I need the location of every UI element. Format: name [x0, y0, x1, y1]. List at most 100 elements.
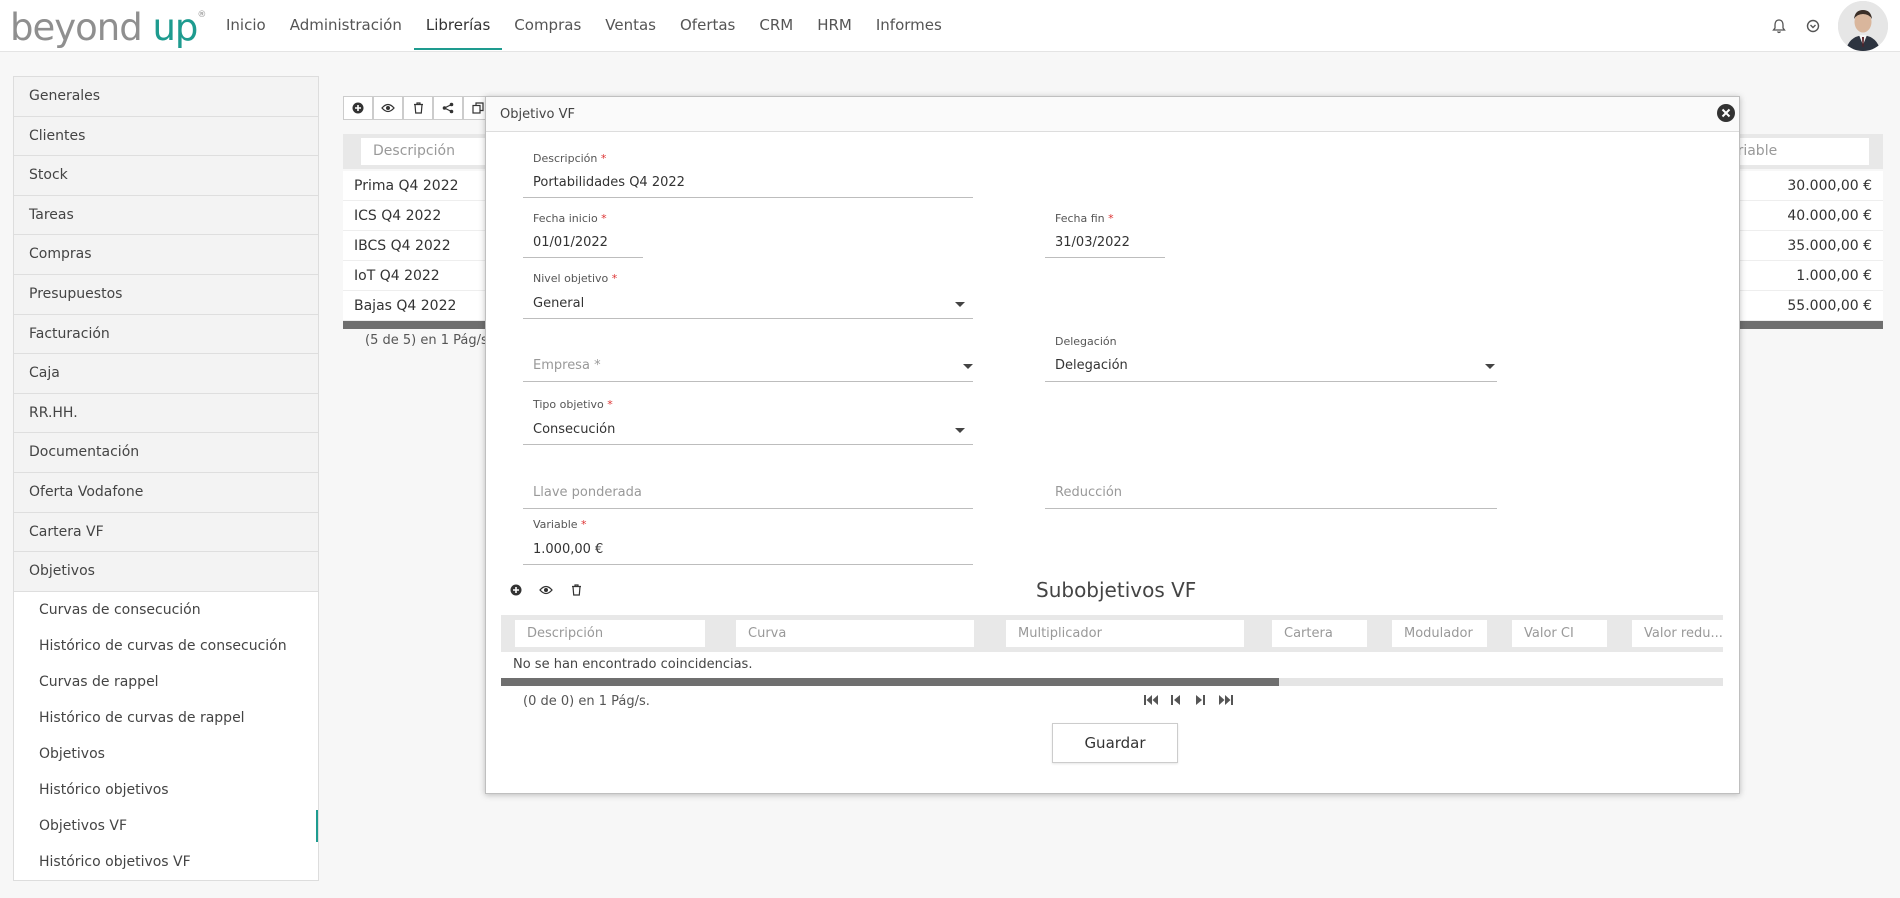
delete-button[interactable] [403, 96, 433, 120]
sidebar-item-objetivos[interactable]: Objetivos [14, 552, 318, 592]
filter-modulador[interactable]: Modulador [1392, 620, 1487, 647]
delegacion-label: Delegación [1055, 335, 1117, 348]
variable-input[interactable]: Variable * 1.000,00 € [523, 518, 973, 565]
chevron-down-icon [1485, 364, 1495, 369]
next-page-icon[interactable] [1188, 690, 1213, 710]
fecha-fin-value: 31/03/2022 [1055, 235, 1130, 250]
delete-subobjetivo-button[interactable] [561, 579, 591, 601]
sidebar-item-compras[interactable]: Compras [14, 235, 318, 275]
brand-logo[interactable]: beyond up® [10, 6, 206, 49]
subobjetivos-toolbar [501, 579, 591, 601]
filter-curva[interactable]: Curva [736, 620, 974, 647]
chevron-down-icon [963, 364, 973, 369]
reduccion-placeholder: Reducción [1055, 485, 1123, 500]
share-button[interactable] [433, 96, 463, 120]
sidebar-subitem-historico-curvas-consecucion[interactable]: Histórico de curvas de consecución [14, 627, 318, 664]
eye-icon [381, 103, 395, 113]
objetivo-vf-dialog: Objetivo VF Descripción * Portabilidades… [485, 96, 1740, 794]
nav-administracion[interactable]: Administración [278, 0, 414, 50]
view-button[interactable] [373, 96, 403, 120]
sidebar-item-documentacion[interactable]: Documentación [14, 433, 318, 473]
subobjetivos-filter-row: Descripción Curva Multiplicador Cartera … [501, 615, 1723, 652]
list-toolbar [343, 96, 493, 120]
last-page-icon[interactable] [1213, 690, 1238, 710]
sidebar-item-tareas[interactable]: Tareas [14, 195, 318, 236]
llave-ponderada-input[interactable]: Llave ponderada [523, 479, 973, 509]
sidebar-item-presupuestos[interactable]: Presupuestos [14, 274, 318, 315]
sidebar-subitem-curvas-rappel[interactable]: Curvas de rappel [14, 663, 318, 700]
first-page-icon[interactable] [1138, 690, 1163, 710]
scrollbar-thumb[interactable] [501, 678, 1279, 686]
sidebar-subitem-curvas-consecucion[interactable]: Curvas de consecución [14, 591, 318, 628]
filter-multiplicador[interactable]: Multiplicador [1006, 620, 1244, 647]
previous-page-icon[interactable] [1163, 690, 1188, 710]
nivel-objetivo-select[interactable]: Nivel objetivo * General [523, 272, 973, 319]
empresa-select[interactable]: Empresa * [523, 352, 973, 382]
sidebar-item-clientes[interactable]: Clientes [14, 116, 318, 157]
sidebar-subitem-historico-curvas-rappel[interactable]: Histórico de curvas de rappel [14, 699, 318, 736]
subobjetivos-scrollbar[interactable] [501, 678, 1723, 686]
add-subobjetivo-button[interactable] [501, 579, 531, 601]
sidebar-item-stock[interactable]: Stock [14, 156, 318, 196]
fecha-inicio-value: 01/01/2022 [533, 235, 608, 250]
avatar[interactable] [1838, 1, 1888, 51]
nav-hrm[interactable]: HRM [805, 0, 864, 50]
nav-crm[interactable]: CRM [747, 0, 805, 50]
chevron-down-icon [955, 302, 965, 307]
sidebar-item-facturacion[interactable]: Facturación [14, 314, 318, 355]
sidebar-subitem-historico-objetivos[interactable]: Histórico objetivos [14, 771, 318, 808]
filter-cartera[interactable]: Cartera [1272, 620, 1367, 647]
empty-message: No se han encontrado coincidencias. [513, 657, 753, 672]
list-pagination-info: (5 de 5) en 1 Pág/s. [365, 333, 492, 348]
filter-valor-reduccion[interactable]: Valor redu... [1632, 620, 1723, 647]
variable-label: Variable [533, 518, 578, 531]
nivel-objetivo-label: Nivel objetivo [533, 272, 609, 285]
fecha-inicio-field[interactable]: Fecha inicio * 01/01/2022 [523, 212, 643, 258]
sidebar-subitem-objetivos-vf[interactable]: Objetivos VF [14, 807, 318, 844]
share-icon [442, 102, 454, 114]
delegacion-select[interactable]: Delegación Delegación [1045, 335, 1497, 382]
bell-icon[interactable] [1762, 9, 1796, 43]
subobjetivos-title: Subobjetivos VF [1036, 578, 1197, 602]
nav-librerias[interactable]: Librerías [413, 0, 503, 50]
nav-compras[interactable]: Compras [502, 0, 593, 50]
nav-informes[interactable]: Informes [864, 0, 954, 50]
fecha-fin-label: Fecha fin [1055, 212, 1105, 225]
trash-icon [413, 102, 423, 114]
descripcion-label: Descripción [533, 152, 598, 165]
tipo-objetivo-value: Consecución [533, 422, 616, 437]
add-button[interactable] [343, 96, 373, 120]
sidebar-subitem-objetivos[interactable]: Objetivos [14, 735, 318, 772]
filter-valor-ci[interactable]: Valor CI [1512, 620, 1607, 647]
nav-ventas[interactable]: Ventas [593, 0, 668, 50]
fecha-fin-field[interactable]: Fecha fin * 31/03/2022 [1045, 212, 1165, 258]
subobjetivos-pagination-info: (0 de 0) en 1 Pág/s. [523, 694, 650, 709]
sidebar-item-caja[interactable]: Caja [14, 354, 318, 394]
sidebar-subitem-historico-objetivos-vf[interactable]: Histórico objetivos VF [14, 843, 318, 880]
sidebar-item-cartera-vf[interactable]: Cartera VF [14, 512, 318, 553]
fecha-inicio-label: Fecha inicio [533, 212, 598, 225]
sidebar: Generales Clientes Stock Tareas Compras … [13, 76, 319, 881]
close-icon[interactable] [1716, 103, 1736, 123]
view-subobjetivo-button[interactable] [531, 579, 561, 601]
llave-ponderada-placeholder: Llave ponderada [533, 485, 642, 500]
top-icons [1762, 0, 1900, 52]
sidebar-item-oferta-vodafone[interactable]: Oferta Vodafone [14, 472, 318, 513]
circle-arrow-down-icon[interactable] [1796, 9, 1830, 43]
nivel-objetivo-value: General [533, 296, 585, 311]
copy-icon [472, 102, 484, 114]
descripcion-field[interactable]: Descripción * Portabilidades Q4 2022 [523, 152, 973, 198]
variable-value: 1.000,00 € [533, 542, 604, 557]
save-button[interactable]: Guardar [1052, 723, 1178, 763]
plus-circle-icon [352, 102, 364, 114]
filter-descripcion[interactable]: Descripción [515, 620, 705, 647]
tipo-objetivo-select[interactable]: Tipo objetivo * Consecución [523, 398, 973, 445]
nav-ofertas[interactable]: Ofertas [668, 0, 747, 50]
sidebar-item-rrhh[interactable]: RR.HH. [14, 393, 318, 434]
reduccion-input[interactable]: Reducción [1045, 479, 1497, 509]
top-bar: beyond up® Inicio Administración Librerí… [0, 0, 1900, 52]
variable-filter[interactable]: ariable [1729, 138, 1869, 165]
sidebar-item-generales[interactable]: Generales [14, 77, 318, 117]
delegacion-value: Delegación [1055, 358, 1128, 373]
nav-inicio[interactable]: Inicio [214, 0, 278, 50]
